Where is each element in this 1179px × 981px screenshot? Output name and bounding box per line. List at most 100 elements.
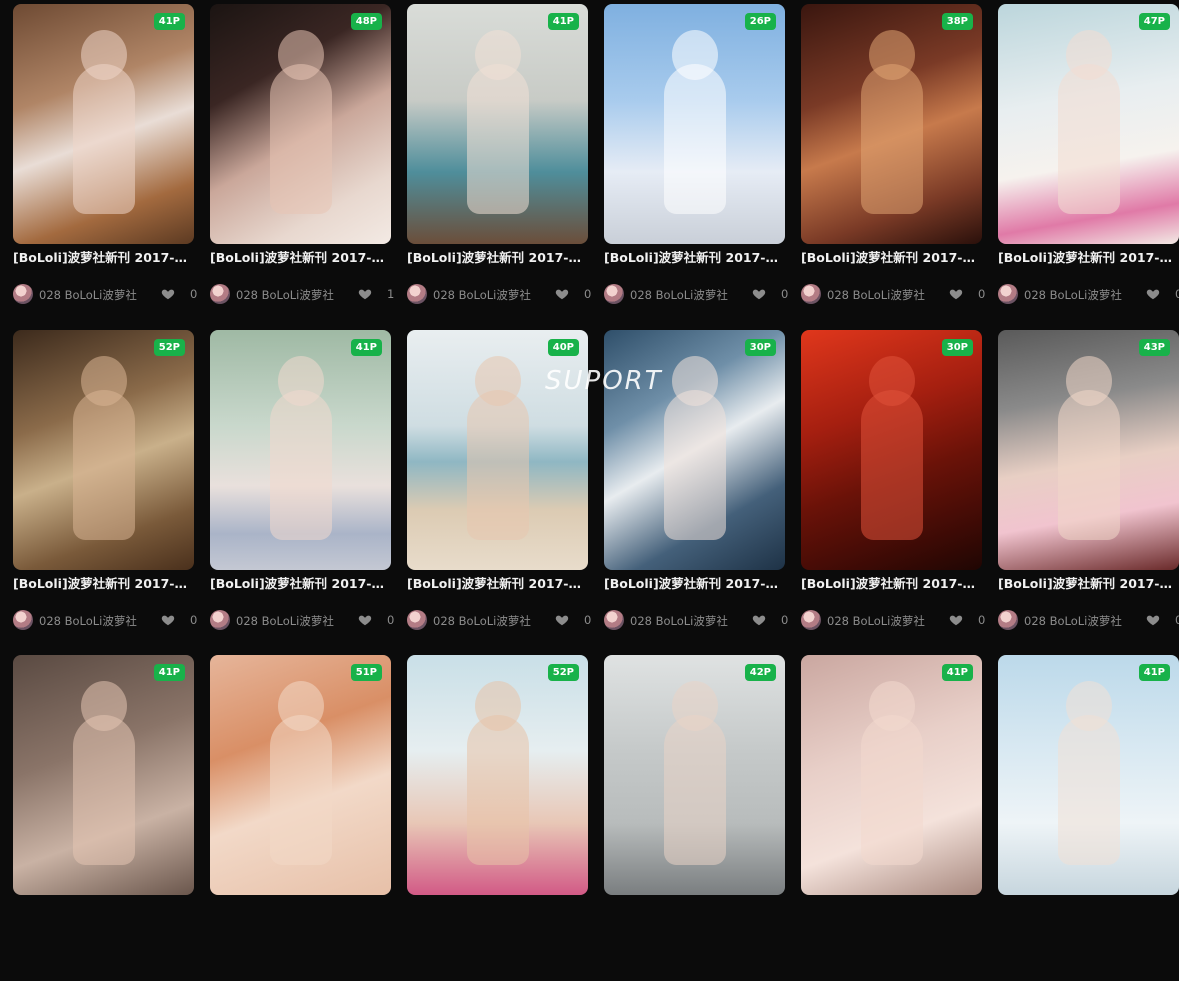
cover-figure-body [860, 390, 923, 540]
author-avatar[interactable] [407, 610, 427, 630]
album-card[interactable]: 41P [801, 655, 982, 895]
photo-count-badge: 40P [547, 339, 579, 356]
like-count: 0 [1175, 287, 1179, 301]
author-name[interactable]: 028 BoLoLi波萝社 [827, 287, 925, 303]
album-title[interactable]: [BoLoli]波萝社新刊 2017-09-... [210, 250, 391, 266]
author-name[interactable]: 028 BoLoLi波萝社 [1024, 287, 1122, 303]
photo-count-badge: 42P [744, 664, 776, 681]
album-title[interactable]: [BoLoli]波萝社新刊 2017-09-... [604, 576, 785, 592]
like-heart-icon[interactable] [949, 287, 963, 301]
album-cover-image[interactable]: 41P [210, 330, 391, 570]
photo-count-badge: 52P [547, 664, 579, 681]
photo-count-badge: 41P [547, 13, 579, 30]
album-card[interactable]: 43P [BoLoli]波萝社新刊 2017-08-... 028 BoLoLi波萝… [998, 330, 1179, 630]
album-title[interactable]: [BoLoli]波萝社新刊 2017-09-... [210, 576, 391, 592]
author-avatar[interactable] [604, 284, 624, 304]
album-title[interactable]: [BoLoli]波萝社新刊 2017-09-... [407, 576, 588, 592]
author-avatar[interactable] [801, 284, 821, 304]
album-cover-image[interactable]: 51P [210, 655, 391, 895]
like-heart-icon[interactable] [358, 613, 372, 627]
album-cover-image[interactable]: 41P [801, 655, 982, 895]
author-name[interactable]: 028 BoLoLi波萝社 [433, 287, 531, 303]
album-meta: 028 BoLoLi波萝社 0 [13, 284, 197, 304]
author-avatar[interactable] [998, 610, 1018, 630]
photo-count-badge: 41P [1138, 664, 1170, 681]
author-name[interactable]: 028 BoLoLi波萝社 [1024, 613, 1122, 629]
album-cover-image[interactable]: 42P [604, 655, 785, 895]
like-heart-icon[interactable] [752, 613, 766, 627]
author-name[interactable]: 028 BoLoLi波萝社 [433, 613, 531, 629]
album-cover-image[interactable]: 30P [801, 330, 982, 570]
album-title[interactable]: [BoLoli]波萝社新刊 2017-09-... [998, 250, 1179, 266]
album-cover-image[interactable]: 52P [13, 330, 194, 570]
album-title[interactable]: [BoLoli]波萝社新刊 2017-04-... [801, 250, 982, 266]
author-avatar[interactable] [13, 610, 33, 630]
album-cover-image[interactable]: 40P [407, 330, 588, 570]
like-count: 0 [387, 613, 395, 627]
album-cover-image[interactable]: 26P [604, 4, 785, 244]
author-name[interactable]: 028 BoLoLi波萝社 [236, 613, 334, 629]
album-cover-image[interactable]: 41P [13, 655, 194, 895]
cover-figure-head [1065, 30, 1112, 80]
album-title[interactable]: [BoLoli]波萝社新刊 2017-09-... [604, 250, 785, 266]
like-heart-icon[interactable] [358, 287, 372, 301]
like-heart-icon[interactable] [752, 287, 766, 301]
author-avatar[interactable] [998, 284, 1018, 304]
photo-count-badge: 41P [941, 664, 973, 681]
album-title[interactable]: [BoLoli]波萝社新刊 2017-09-... [407, 250, 588, 266]
album-cover-image[interactable]: 38P [801, 4, 982, 244]
like-heart-icon[interactable] [1146, 287, 1160, 301]
author-name[interactable]: 028 BoLoLi波萝社 [39, 287, 137, 303]
album-card[interactable]: 41P [998, 655, 1179, 895]
author-avatar[interactable] [801, 610, 821, 630]
album-card[interactable]: 47P [BoLoli]波萝社新刊 2017-09-... 028 BoLoLi波萝… [998, 4, 1179, 304]
album-cover-image[interactable]: 52P [407, 655, 588, 895]
album-card[interactable]: 38P [BoLoli]波萝社新刊 2017-04-... 028 BoLoLi波萝… [801, 4, 985, 304]
author-name[interactable]: 028 BoLoLi波萝社 [630, 613, 728, 629]
album-cover-image[interactable]: 41P [998, 655, 1179, 895]
album-card[interactable]: 41P [BoLoli]波萝社新刊 2017-09-... 028 BoLoLi波萝… [210, 330, 395, 630]
author-avatar[interactable] [407, 284, 427, 304]
author-avatar[interactable] [604, 610, 624, 630]
album-cover-image[interactable]: 47P [998, 4, 1179, 244]
album-title[interactable]: [BoLoli]波萝社新刊 2017-09-... [13, 576, 194, 592]
author-avatar[interactable] [210, 610, 230, 630]
album-card[interactable]: 40P [BoLoli]波萝社新刊 2017-09-... 028 BoLoLi波萝… [407, 330, 591, 630]
author-avatar[interactable] [13, 284, 33, 304]
album-meta: 028 BoLoLi波萝社 0 [407, 284, 591, 304]
like-heart-icon[interactable] [949, 613, 963, 627]
album-title[interactable]: [BoLoli]波萝社新刊 2017-09-... [13, 250, 194, 266]
album-card[interactable]: 30P [BoLoli]波萝社新刊 2017-08-... 028 BoLoLi波萝… [801, 330, 985, 630]
album-card[interactable]: 52P [BoLoli]波萝社新刊 2017-09-... 028 BoLoLi波萝… [13, 330, 197, 630]
album-cover-image[interactable]: 41P [13, 4, 194, 244]
cover-figure-head [277, 356, 324, 406]
album-cover-image[interactable]: 41P [407, 4, 588, 244]
like-heart-icon[interactable] [161, 613, 175, 627]
author-avatar[interactable] [210, 284, 230, 304]
album-cover-image[interactable]: 48P [210, 4, 391, 244]
album-card[interactable]: 41P [BoLoli]波萝社新刊 2017-09-... 028 BoLoLi波萝… [13, 4, 197, 304]
album-cover-image[interactable]: 43P [998, 330, 1179, 570]
like-heart-icon[interactable] [1146, 613, 1160, 627]
album-title[interactable]: [BoLoli]波萝社新刊 2017-08-... [801, 576, 982, 592]
author-name[interactable]: 028 BoLoLi波萝社 [236, 287, 334, 303]
album-card[interactable]: 51P [210, 655, 391, 895]
author-name[interactable]: 028 BoLoLi波萝社 [827, 613, 925, 629]
album-card[interactable]: 41P [BoLoli]波萝社新刊 2017-09-... 028 BoLoLi波萝… [407, 4, 591, 304]
album-card[interactable]: 48P [BoLoli]波萝社新刊 2017-09-... 028 BoLoLi波萝… [210, 4, 394, 304]
like-heart-icon[interactable] [161, 287, 175, 301]
author-name[interactable]: 028 BoLoLi波萝社 [630, 287, 728, 303]
like-heart-icon[interactable] [555, 613, 569, 627]
album-card[interactable]: 41P [13, 655, 194, 895]
album-card[interactable]: 42P [604, 655, 785, 895]
author-name[interactable]: 028 BoLoLi波萝社 [39, 613, 137, 629]
like-heart-icon[interactable] [555, 287, 569, 301]
cover-figure-head [474, 356, 521, 406]
album-card[interactable]: 52P [407, 655, 588, 895]
album-card[interactable]: 30P [BoLoli]波萝社新刊 2017-09-... 028 BoLoLi波萝… [604, 330, 788, 630]
album-meta: 028 BoLoLi波萝社 0 [801, 610, 985, 630]
cover-figure-body [860, 715, 923, 865]
album-cover-image[interactable]: 30P [604, 330, 785, 570]
album-card[interactable]: 26P [BoLoli]波萝社新刊 2017-09-... 028 BoLoLi波萝… [604, 4, 788, 304]
album-title[interactable]: [BoLoli]波萝社新刊 2017-08-... [998, 576, 1179, 592]
